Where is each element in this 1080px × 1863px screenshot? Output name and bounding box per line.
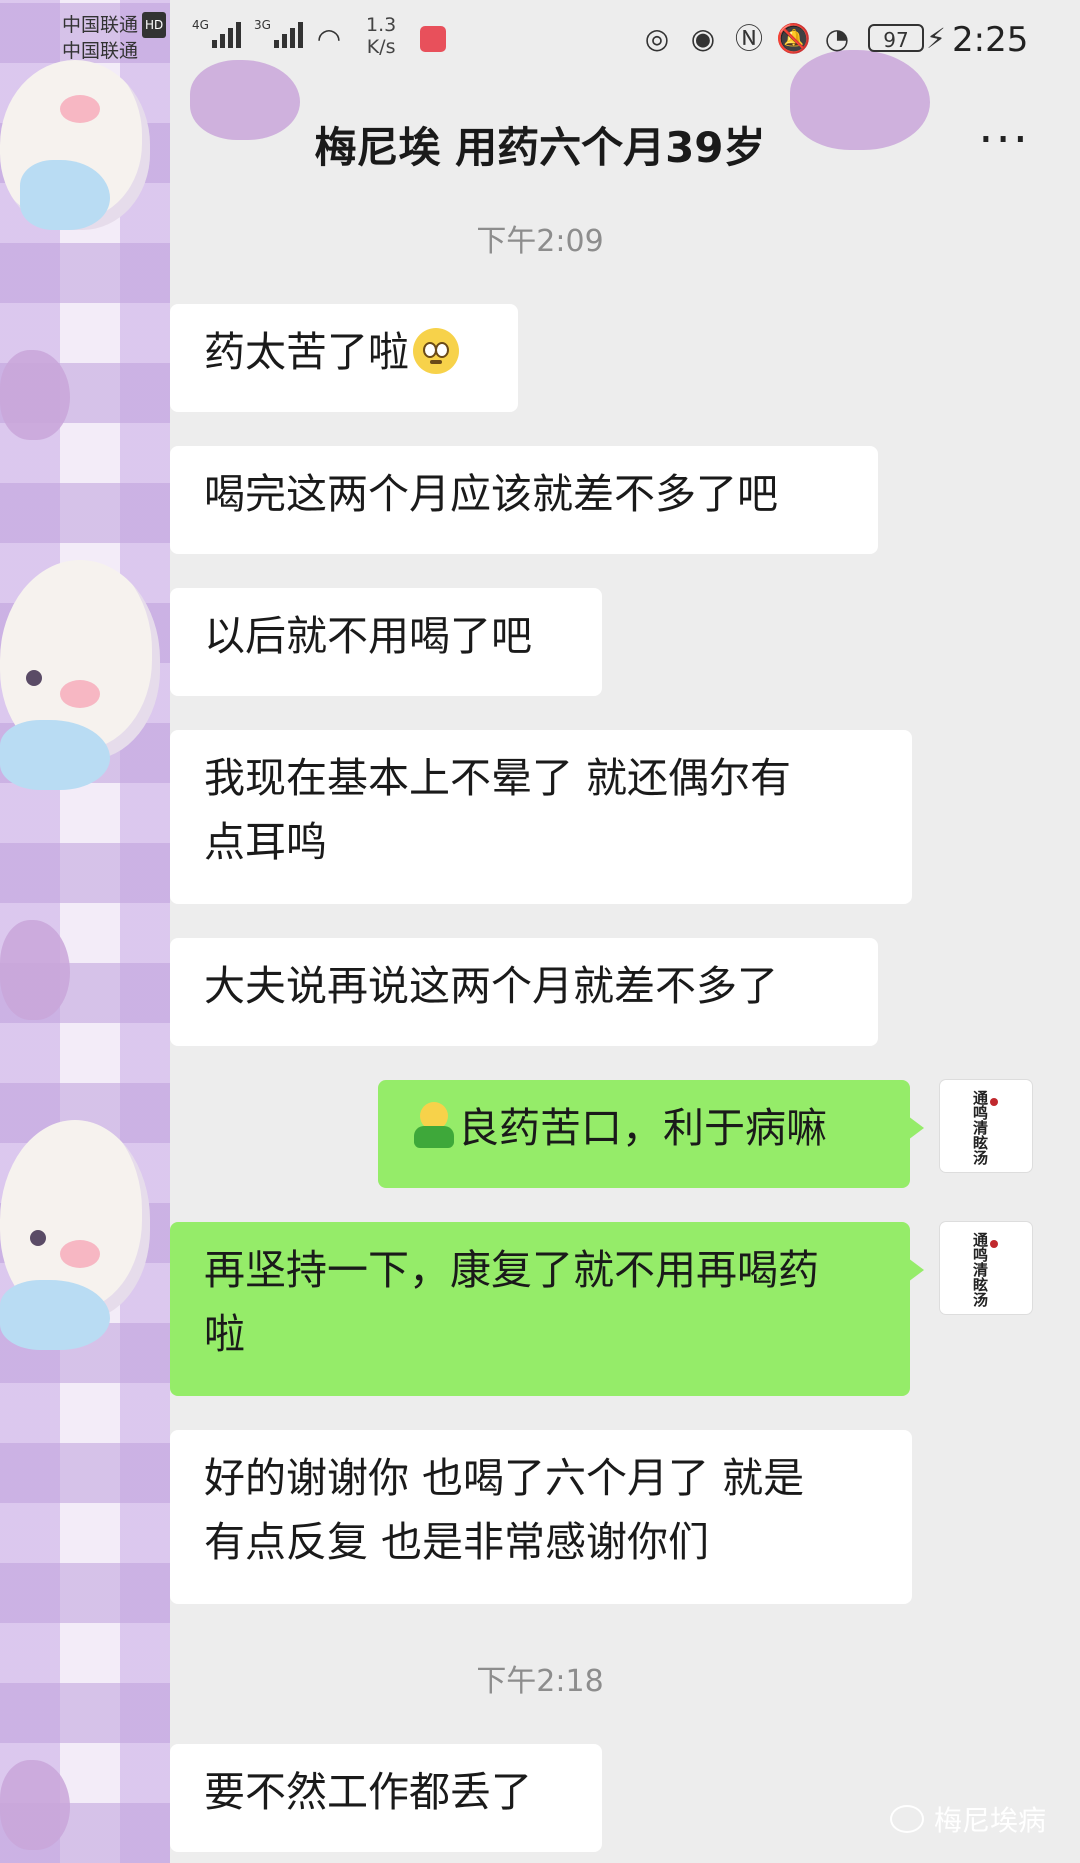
wifi-icon: ◠ <box>316 22 342 55</box>
message-text: 喝完这两个月应该就差不多了吧 <box>204 470 778 518</box>
message-text: 要不然工作都丢了 <box>204 1768 532 1816</box>
received-message-bubble[interactable]: 要不然工作都丢了 <box>170 1744 602 1852</box>
speed-unit: K/s <box>366 36 396 58</box>
chat-header: 梅尼埃 用药六个月39岁 ··· <box>0 82 1080 210</box>
wallpaper-bow-decoration <box>0 1760 70 1850</box>
wechat-icon <box>889 1805 924 1833</box>
rolling-eyes-emoji-icon <box>413 328 459 374</box>
message-timestamp: 下午2:18 <box>476 1664 604 1699</box>
received-message-bubble[interactable]: 好的谢谢你 也喝了六个月了 就是 有点反复 也是非常感谢你们 <box>170 1430 912 1604</box>
carrier-1-label: 中国联通 <box>62 14 139 36</box>
received-message-bubble[interactable]: 我现在基本上不晕了 就还偶尔有 点耳鸣 <box>170 730 912 904</box>
hotspot-icon: ◎ <box>644 22 670 55</box>
message-text: 以后就不用喝了吧 <box>204 612 532 660</box>
speed-value: 1.3 <box>366 14 397 36</box>
my-avatar[interactable]: 通鸣清眩汤 <box>940 1222 1032 1314</box>
received-message-bubble[interactable]: 大夫说再说这两个月就差不多了 <box>170 938 878 1046</box>
hd-badge: HD <box>142 12 167 38</box>
speedometer-icon: ◔ <box>824 22 850 55</box>
watermark-text: 梅尼埃病 <box>933 1804 1046 1837</box>
sent-message-bubble[interactable]: 再坚持一下，康复了就不用再喝药 啦 <box>170 1222 924 1396</box>
charging-icon: ⚡ <box>926 22 946 55</box>
watermark: 梅尼埃病 <box>889 1799 1046 1839</box>
my-avatar[interactable]: 通鸣清眩汤 <box>940 1080 1032 1172</box>
carrier-2-label: 中国联通 <box>62 40 139 62</box>
received-message-bubble[interactable]: 药太苦了啦 <box>170 304 518 412</box>
message-text-line: 再坚持一下，康复了就不用再喝药 <box>204 1246 819 1294</box>
app-notification-icon <box>420 26 446 52</box>
signal-bars-icon <box>274 22 303 48</box>
nfc-icon: Ⓝ <box>734 22 763 55</box>
network-speed: 1.3 K/s <box>366 14 396 58</box>
status-bar: 中国联通 HD 中国联通 4G 3G ◠ 1.3 K/s ◎ ◉ Ⓝ 🔕 ◔ 97… <box>0 0 1080 82</box>
battery-level: 97 <box>883 28 909 52</box>
network-3g-label: 3G <box>254 18 271 32</box>
mute-bell-icon: 🔕 <box>776 22 811 55</box>
more-options-icon[interactable]: ··· <box>978 112 1030 168</box>
sent-message-bubble[interactable]: 良药苦口，利于病嘛 <box>378 1080 924 1188</box>
received-message-bubble[interactable]: 喝完这两个月应该就差不多了吧 <box>170 446 878 554</box>
message-timestamp: 下午2:09 <box>476 224 604 259</box>
message-text-line: 我现在基本上不晕了 就还偶尔有 <box>204 754 792 802</box>
seal-icon <box>990 1240 998 1248</box>
wallpaper-bow-decoration <box>0 350 70 440</box>
eye-icon: ◉ <box>690 22 716 55</box>
status-clock: 2:25 <box>952 20 1029 60</box>
carrier-info: 中国联通 HD 中国联通 <box>62 12 167 64</box>
avatar-calligraphy: 通鸣清眩汤 <box>971 1232 989 1307</box>
received-message-bubble[interactable]: 以后就不用喝了吧 <box>170 588 602 696</box>
message-text-line: 有点反复 也是非常感谢你们 <box>204 1518 710 1566</box>
chat-title: 梅尼埃 用药六个月39岁 <box>314 123 766 172</box>
wallpaper-bow-decoration <box>0 920 70 1020</box>
avatar-calligraphy: 通鸣清眩汤 <box>971 1090 989 1165</box>
message-text: 大夫说再说这两个月就差不多了 <box>204 962 778 1010</box>
message-text: 良药苦口，利于病嘛 <box>458 1104 827 1152</box>
message-text-line: 好的谢谢你 也喝了六个月了 就是 <box>204 1454 805 1502</box>
battery-icon: 97 <box>868 24 924 52</box>
message-text: 药太苦了啦 <box>204 328 409 376</box>
network-4g-label: 4G <box>192 18 209 32</box>
message-text-line: 啦 <box>204 1310 245 1358</box>
person-emoji-icon <box>412 1102 456 1150</box>
seal-icon <box>990 1098 998 1106</box>
signal-bars-icon <box>212 22 241 48</box>
message-text-line: 点耳鸣 <box>204 818 327 866</box>
